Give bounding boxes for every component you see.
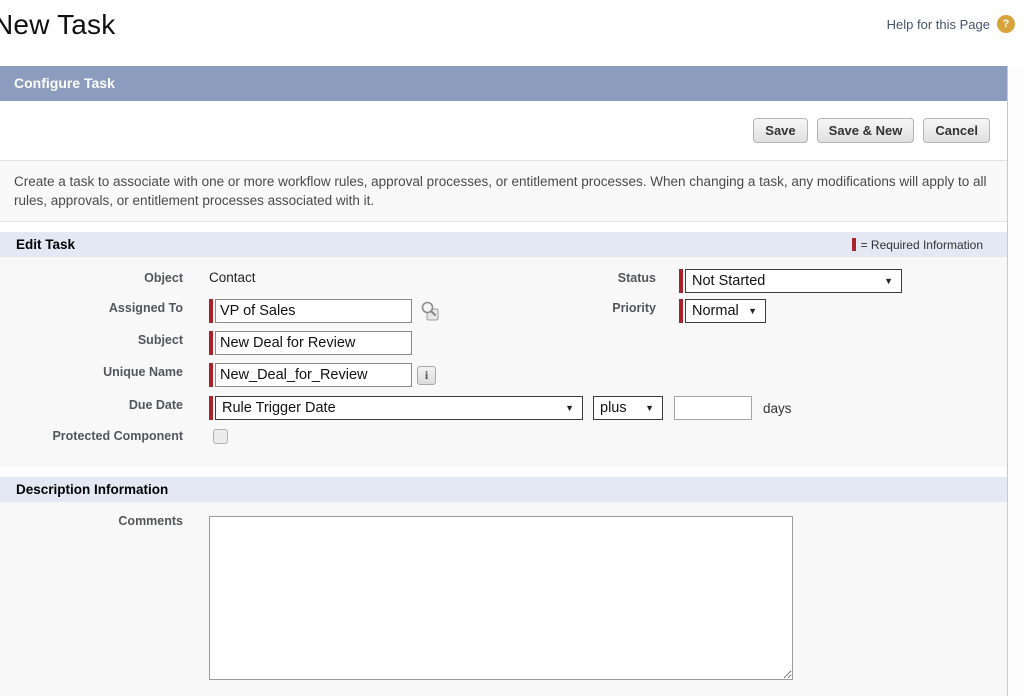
- due-date-days-input[interactable]: [674, 396, 752, 420]
- edit-task-form: Object Contact Assigned To Subject Uniqu…: [0, 257, 1007, 467]
- priority-selected-value: Normal: [692, 303, 739, 319]
- help-link[interactable]: Help for this Page: [887, 17, 990, 32]
- chevron-down-icon: [884, 276, 893, 286]
- required-marker-icon: [209, 363, 213, 387]
- unique-name-label: Unique Name: [0, 365, 183, 379]
- status-select[interactable]: Not Started: [685, 269, 902, 293]
- save-button[interactable]: Save: [753, 118, 807, 143]
- due-date-operator-value: plus: [600, 400, 627, 416]
- days-suffix: days: [763, 401, 792, 416]
- unique-name-group: [209, 363, 412, 387]
- unique-name-input[interactable]: [215, 363, 412, 387]
- due-date-group: Rule Trigger Date plus days: [209, 396, 792, 420]
- chevron-down-icon: [748, 306, 757, 316]
- assigned-to-label: Assigned To: [0, 301, 183, 315]
- info-icon[interactable]: [417, 366, 436, 385]
- description-form: Comments: [0, 502, 1007, 696]
- help-question-icon[interactable]: [997, 15, 1015, 33]
- object-label: Object: [0, 271, 183, 285]
- required-marker-icon: [209, 331, 213, 355]
- chevron-down-icon: [565, 403, 574, 413]
- subject-input[interactable]: [215, 331, 412, 355]
- help-area: Help for this Page: [887, 15, 1015, 33]
- priority-group: Normal: [679, 299, 766, 323]
- due-date-selected-value: Rule Trigger Date: [222, 400, 336, 416]
- page-title: New Task: [0, 9, 115, 41]
- status-label: Status: [556, 271, 656, 285]
- edit-task-title: Edit Task: [16, 237, 75, 252]
- comments-label: Comments: [0, 514, 183, 528]
- subject-group: [209, 331, 412, 355]
- priority-label: Priority: [556, 301, 656, 315]
- assigned-to-group: [209, 299, 412, 323]
- save-and-new-button[interactable]: Save & New: [817, 118, 915, 143]
- chevron-down-icon: [645, 403, 654, 413]
- required-legend-text: = Required Information: [861, 238, 983, 252]
- required-legend: = Required Information: [852, 238, 983, 252]
- main-content: Configure Task Save Save & New Cancel Cr…: [0, 66, 1008, 696]
- subject-label: Subject: [0, 333, 183, 347]
- description-title: Description Information: [16, 482, 168, 497]
- required-marker-icon: [679, 269, 683, 293]
- due-date-label: Due Date: [0, 398, 183, 412]
- due-date-operator-select[interactable]: plus: [593, 396, 663, 420]
- lookup-icon[interactable]: [419, 300, 441, 327]
- intro-text: Create a task to associate with one or m…: [0, 160, 1007, 222]
- protected-component-checkbox[interactable]: [213, 429, 228, 444]
- configure-task-bar: Configure Task: [0, 66, 1007, 101]
- toolbar: Save Save & New Cancel: [0, 101, 1007, 160]
- edit-task-section-header: Edit Task = Required Information: [0, 232, 1007, 257]
- page-header: New Task Help for this Page: [0, 0, 1024, 66]
- description-section-header: Description Information: [0, 477, 1007, 502]
- status-selected-value: Not Started: [692, 273, 765, 289]
- required-marker-icon: [209, 299, 213, 323]
- required-marker-icon: [209, 396, 213, 420]
- due-date-select[interactable]: Rule Trigger Date: [215, 396, 583, 420]
- protected-component-label: Protected Component: [0, 429, 183, 443]
- priority-select[interactable]: Normal: [685, 299, 766, 323]
- assigned-to-input[interactable]: [215, 299, 412, 323]
- required-marker-icon: [852, 238, 856, 251]
- status-group: Not Started: [679, 269, 902, 293]
- object-value: Contact: [209, 270, 256, 285]
- cancel-button[interactable]: Cancel: [923, 118, 990, 143]
- comments-textarea[interactable]: [209, 516, 793, 680]
- required-marker-icon: [679, 299, 683, 323]
